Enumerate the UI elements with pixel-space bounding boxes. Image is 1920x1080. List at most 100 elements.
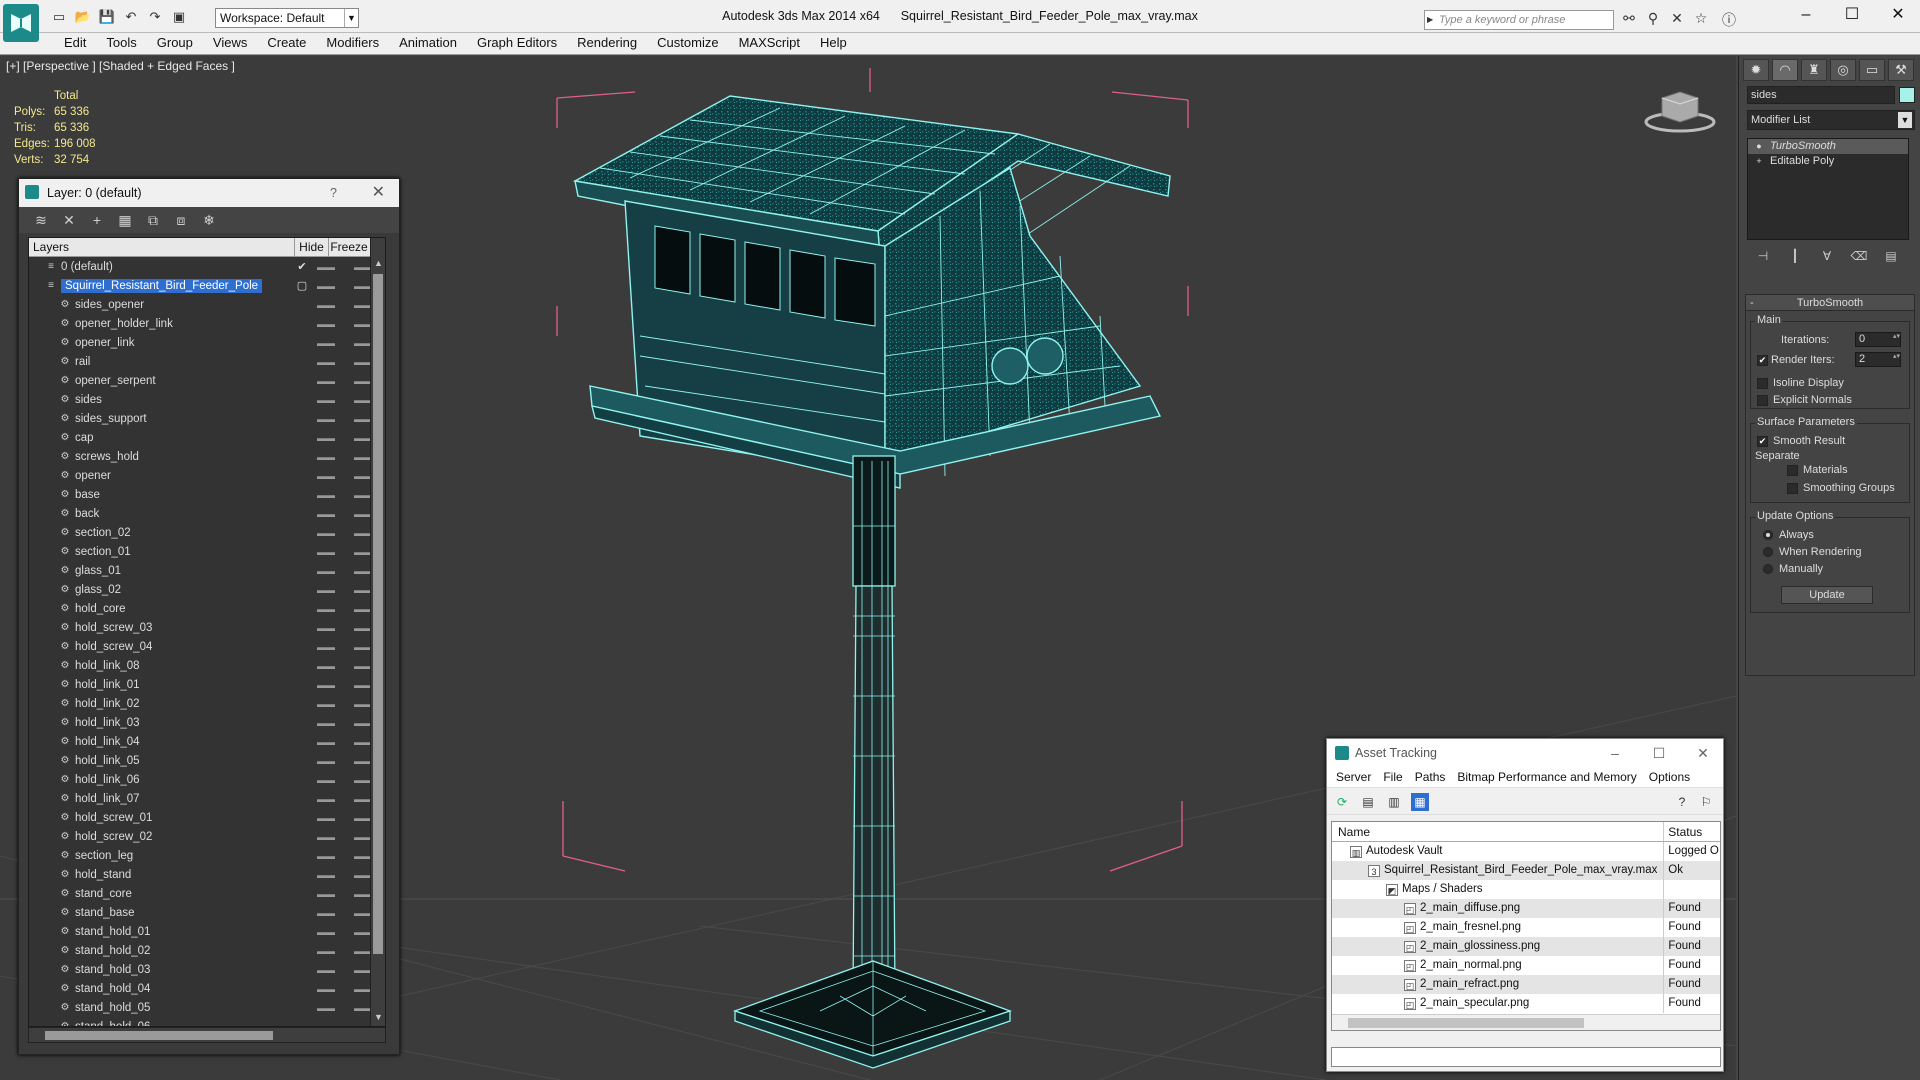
hide-toggle-icon[interactable]: ▬▬: [309, 414, 343, 424]
hide-toggle-icon[interactable]: ▬▬: [309, 984, 343, 994]
smooth-result-checkbox[interactable]: ✔: [1757, 436, 1768, 447]
hide-toggle-icon[interactable]: ▬▬: [309, 946, 343, 956]
iterations-spinner[interactable]: 0: [1855, 332, 1901, 347]
menu-customize[interactable]: Customize: [647, 33, 728, 54]
hide-toggle-icon[interactable]: ▬▬: [309, 832, 343, 842]
object-row[interactable]: ⚙ hold_screw_01 ▬▬ ▬▬: [29, 808, 385, 827]
asset-row[interactable]: ◩ Maps / Shaders: [1332, 880, 1720, 899]
object-row[interactable]: ⚙ section_leg ▬▬ ▬▬: [29, 846, 385, 865]
smoothing-groups-checkbox[interactable]: [1787, 483, 1798, 494]
close-window-button[interactable]: ✕: [1878, 4, 1918, 26]
current-layer-toggle[interactable]: ▢: [295, 280, 309, 292]
freeze-layers-icon[interactable]: ❄: [199, 211, 219, 229]
hide-toggle-icon[interactable]: ▬▬: [309, 357, 343, 367]
add-to-layer-icon[interactable]: +: [87, 211, 107, 229]
asset-menu-options[interactable]: Options: [1644, 767, 1695, 787]
object-row[interactable]: ⚙ stand_base ▬▬ ▬▬: [29, 903, 385, 922]
materials-checkbox[interactable]: [1787, 465, 1798, 476]
object-row[interactable]: ⚙ hold_link_06 ▬▬ ▬▬: [29, 770, 385, 789]
undo-icon[interactable]: ↶: [122, 8, 140, 26]
hide-toggle-icon[interactable]: ▬▬: [309, 642, 343, 652]
object-row[interactable]: ⚙ section_01 ▬▬ ▬▬: [29, 542, 385, 561]
object-row[interactable]: ⚙ screws_hold ▬▬ ▬▬: [29, 447, 385, 466]
object-row[interactable]: ⚙ stand_hold_06 ▬▬ ▬▬: [29, 1017, 385, 1027]
make-unique-icon[interactable]: ∀: [1817, 246, 1837, 266]
column-name[interactable]: Name: [1332, 822, 1665, 841]
update-manually-radio[interactable]: [1763, 564, 1773, 574]
object-row[interactable]: ⚙ stand_hold_03 ▬▬ ▬▬: [29, 960, 385, 979]
hide-toggle-icon[interactable]: ▬▬: [309, 737, 343, 747]
object-row[interactable]: ⚙ opener ▬▬ ▬▬: [29, 466, 385, 485]
communication-icon[interactable]: ✕: [1668, 10, 1686, 28]
hide-toggle-icon[interactable]: ▬▬: [309, 319, 343, 329]
menu-rendering[interactable]: Rendering: [567, 33, 647, 54]
object-row[interactable]: ⚙ hold_stand ▬▬ ▬▬: [29, 865, 385, 884]
object-row[interactable]: ⚙ hold_link_08 ▬▬ ▬▬: [29, 656, 385, 675]
hide-toggle-icon[interactable]: ▬▬: [309, 585, 343, 595]
hide-toggle-icon[interactable]: ▬▬: [309, 281, 343, 291]
scroll-thumb[interactable]: [1348, 1018, 1584, 1028]
hide-toggle-icon[interactable]: ▬▬: [309, 547, 343, 557]
create-tab-icon[interactable]: ✹: [1743, 59, 1769, 81]
workspace-dropdown[interactable]: Workspace: Default ▼: [215, 8, 359, 28]
object-row[interactable]: ⚙ sides_support ▬▬ ▬▬: [29, 409, 385, 428]
create-layer-icon[interactable]: ≋: [31, 211, 51, 229]
menu-tools[interactable]: Tools: [96, 33, 146, 54]
object-row[interactable]: ⚙ back ▬▬ ▬▬: [29, 504, 385, 523]
update-always-radio[interactable]: [1763, 530, 1773, 540]
help-icon[interactable]: ?: [1673, 793, 1691, 811]
binoculars-icon[interactable]: ⚯: [1620, 10, 1638, 28]
hide-toggle-icon[interactable]: ▬▬: [309, 490, 343, 500]
remove-modifier-icon[interactable]: ⌫: [1849, 246, 1869, 266]
layer-row[interactable]: ≡ 0 (default) ✔ ▬▬ ▬▬: [29, 257, 385, 276]
viewcube-icon[interactable]: [1640, 86, 1720, 136]
hide-toggle-icon[interactable]: ▬▬: [309, 661, 343, 671]
new-file-icon[interactable]: ▭: [50, 8, 68, 26]
object-row[interactable]: ⚙ base ▬▬ ▬▬: [29, 485, 385, 504]
app-logo-button[interactable]: [3, 4, 39, 42]
object-row[interactable]: ⚙ hold_link_05 ▬▬ ▬▬: [29, 751, 385, 770]
hide-toggle-icon[interactable]: ▬▬: [309, 509, 343, 519]
asset-row[interactable]: 3 Squirrel_Resistant_Bird_Feeder_Pole_max…: [1332, 861, 1720, 880]
object-row[interactable]: ⚙ stand_hold_01 ▬▬ ▬▬: [29, 922, 385, 941]
scroll-thumb[interactable]: [45, 1031, 273, 1040]
hide-layers-icon[interactable]: ⧈: [171, 211, 191, 229]
update-when-rendering-radio[interactable]: [1763, 547, 1773, 557]
close-icon[interactable]: ✕: [372, 179, 385, 207]
asset-menu-file[interactable]: File: [1378, 767, 1407, 787]
horizontal-scrollbar[interactable]: [28, 1027, 386, 1043]
hide-toggle-icon[interactable]: ▬▬: [309, 262, 343, 272]
object-row[interactable]: ⚙ stand_core ▬▬ ▬▬: [29, 884, 385, 903]
menu-graph-editors[interactable]: Graph Editors: [467, 33, 567, 54]
scroll-thumb[interactable]: [373, 274, 383, 954]
object-row[interactable]: ⚙ cap ▬▬ ▬▬: [29, 428, 385, 447]
object-row[interactable]: ⚙ section_02 ▬▬ ▬▬: [29, 523, 385, 542]
hide-toggle-icon[interactable]: ▬▬: [309, 851, 343, 861]
hide-toggle-icon[interactable]: ▬▬: [309, 756, 343, 766]
current-layer-toggle[interactable]: ✔: [295, 261, 309, 273]
object-row[interactable]: ⚙ stand_hold_02 ▬▬ ▬▬: [29, 941, 385, 960]
menu-create[interactable]: Create: [257, 33, 316, 54]
object-row[interactable]: ⚙ sides ▬▬ ▬▬: [29, 390, 385, 409]
open-file-icon[interactable]: 📂: [74, 8, 92, 26]
pin-stack-icon[interactable]: ⊣: [1753, 246, 1773, 266]
hide-toggle-icon[interactable]: ▬▬: [309, 870, 343, 880]
subscription-icon[interactable]: ⚲: [1644, 10, 1662, 28]
hide-toggle-icon[interactable]: ▬▬: [309, 813, 343, 823]
select-objects-icon[interactable]: ▦: [115, 211, 135, 229]
menu-edit[interactable]: Edit: [54, 33, 96, 54]
delete-layer-icon[interactable]: ✕: [59, 211, 79, 229]
asset-menu-bitmap-performance[interactable]: Bitmap Performance and Memory: [1452, 767, 1641, 787]
hide-toggle-icon[interactable]: ▬▬: [309, 680, 343, 690]
object-row[interactable]: ⚙ hold_screw_02 ▬▬ ▬▬: [29, 827, 385, 846]
horizontal-scrollbar[interactable]: [1332, 1014, 1720, 1030]
layer-row[interactable]: ≡ Squirrel_Resistant_Bird_Feeder_Pole ▢ ▬▬ ▬…: [29, 276, 385, 295]
display-tab-icon[interactable]: ▭: [1859, 59, 1885, 81]
pin-icon[interactable]: ⚐: [1697, 793, 1715, 811]
menu-animation[interactable]: Animation: [389, 33, 467, 54]
menu-maxscript[interactable]: MAXScript: [729, 33, 810, 54]
object-row[interactable]: ⚙ hold_screw_04 ▬▬ ▬▬: [29, 637, 385, 656]
asset-menu-paths[interactable]: Paths: [1410, 767, 1451, 787]
update-button[interactable]: Update: [1781, 586, 1873, 604]
minimize-button[interactable]: –: [1595, 739, 1635, 767]
